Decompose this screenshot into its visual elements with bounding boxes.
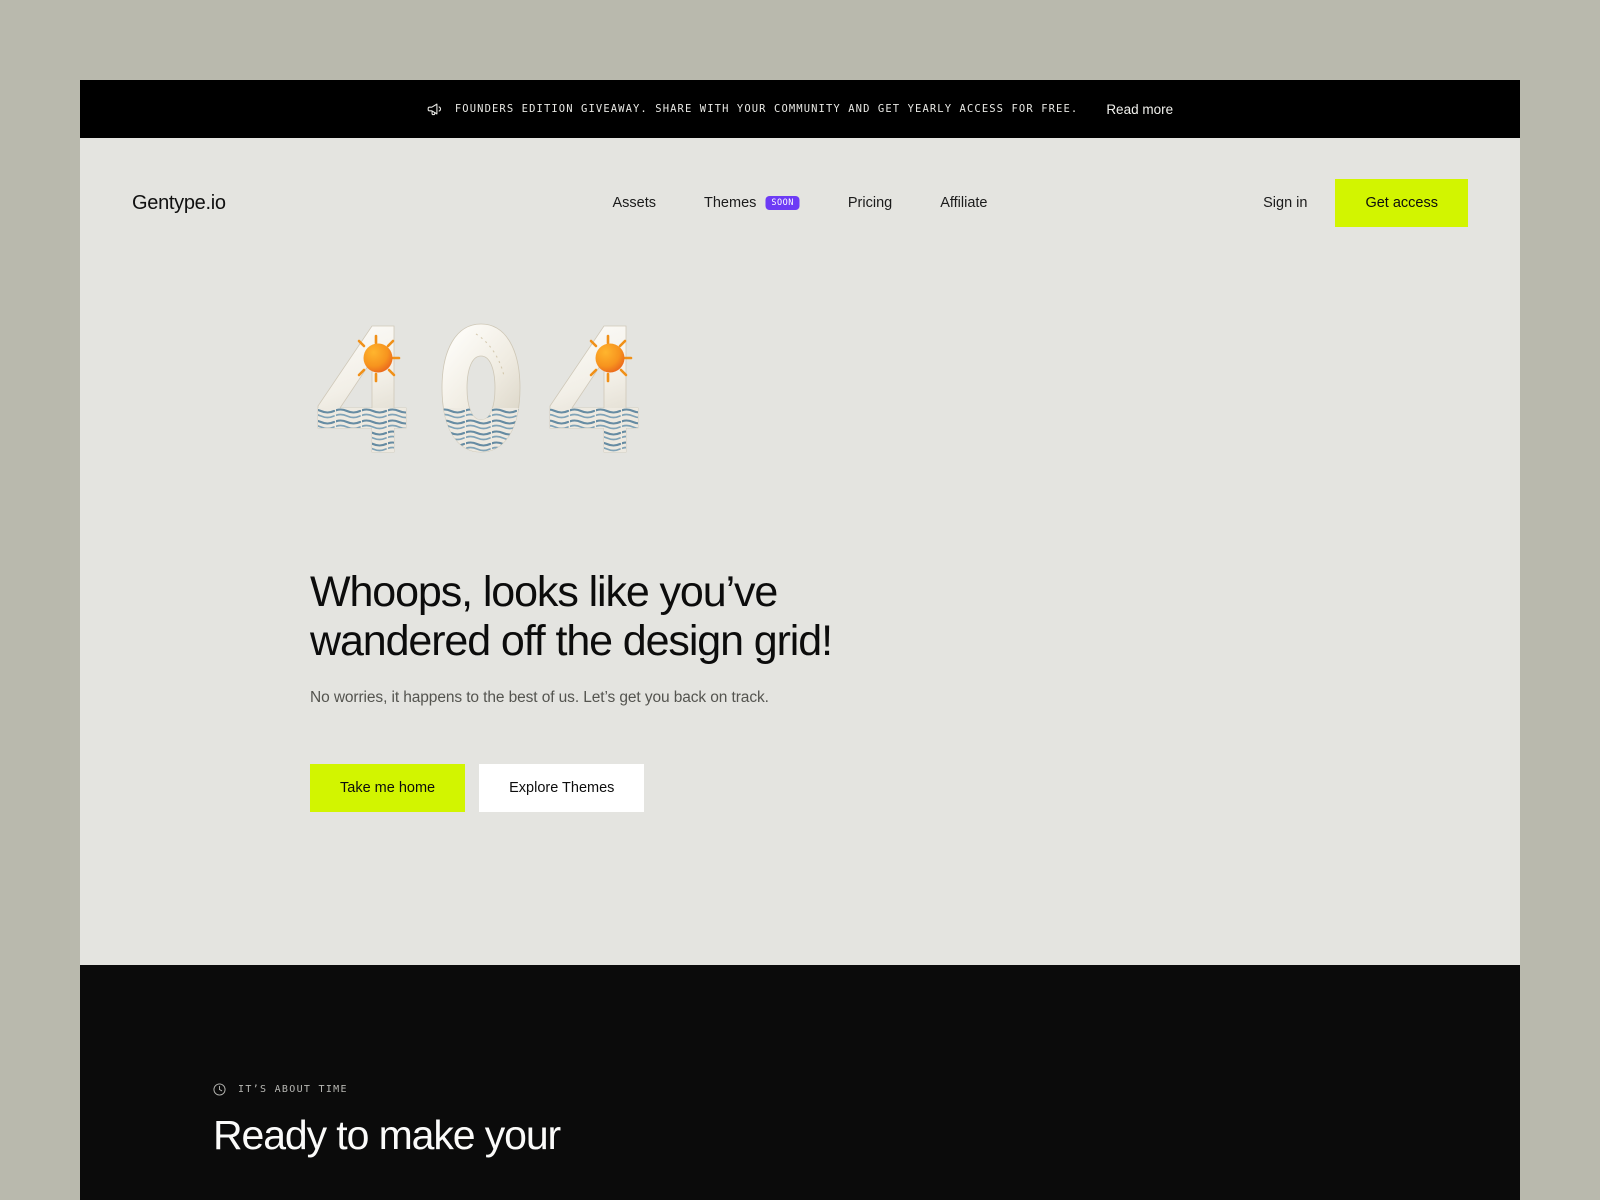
megaphone-icon [427, 103, 441, 116]
page-subtitle: No worries, it happens to the best of us… [310, 689, 769, 707]
announcement-content: FOUNDERS EDITION GIVEAWAY. SHARE WITH YO… [427, 101, 1078, 117]
nav-actions: Sign in Get access [1235, 179, 1468, 227]
sign-in-link[interactable]: Sign in [1235, 195, 1335, 211]
digit-four-left [317, 325, 407, 453]
digit-zero-middle [441, 323, 521, 453]
main-content: Gentype.io Assets Themes SOON Pricing Af… [80, 138, 1520, 965]
soon-badge: SOON [765, 196, 800, 210]
clock-icon [213, 1083, 226, 1096]
nav-item-pricing[interactable]: Pricing [848, 195, 892, 211]
nav-item-assets-label: Assets [612, 195, 657, 211]
page-title: Whoops, looks like you’ve wandered off t… [310, 568, 833, 666]
get-access-button[interactable]: Get access [1335, 179, 1468, 227]
hero-actions: Take me home Explore Themes [310, 764, 1520, 813]
site-logo[interactable]: Gentype.io [132, 192, 226, 215]
announcement-banner: FOUNDERS EDITION GIVEAWAY. SHARE WITH YO… [80, 80, 1520, 138]
hero-section: Whoops, looks like you’ve wandered off t… [80, 268, 1520, 813]
nav-item-affiliate-label: Affiliate [940, 195, 988, 211]
nav-links: Assets Themes SOON Pricing Affiliate [612, 195, 987, 211]
announcement-text: FOUNDERS EDITION GIVEAWAY. SHARE WITH YO… [454, 103, 1079, 115]
take-me-home-button[interactable]: Take me home [310, 764, 466, 813]
digit-four-right [549, 325, 639, 453]
page-frame: FOUNDERS EDITION GIVEAWAY. SHARE WITH YO… [80, 80, 1520, 1200]
nav-item-themes[interactable]: Themes SOON [704, 195, 800, 211]
error-404-illustration [317, 323, 639, 453]
footer-section: IT’S ABOUT TIME Ready to make your PRODU… [80, 965, 1520, 1200]
footer-eyebrow: IT’S ABOUT TIME [213, 1083, 348, 1096]
primary-navigation: Gentype.io Assets Themes SOON Pricing Af… [80, 138, 1520, 268]
footer-title: Ready to make your [213, 1112, 561, 1158]
nav-item-affiliate[interactable]: Affiliate [940, 195, 987, 211]
nav-item-pricing-label: Pricing [847, 195, 893, 211]
read-more-link[interactable]: Read more [1106, 102, 1173, 117]
nav-item-assets[interactable]: Assets [612, 195, 656, 211]
nav-item-themes-label: Themes [704, 195, 757, 211]
explore-themes-button[interactable]: Explore Themes [479, 764, 645, 813]
footer-eyebrow-label: IT’S ABOUT TIME [238, 1084, 348, 1095]
